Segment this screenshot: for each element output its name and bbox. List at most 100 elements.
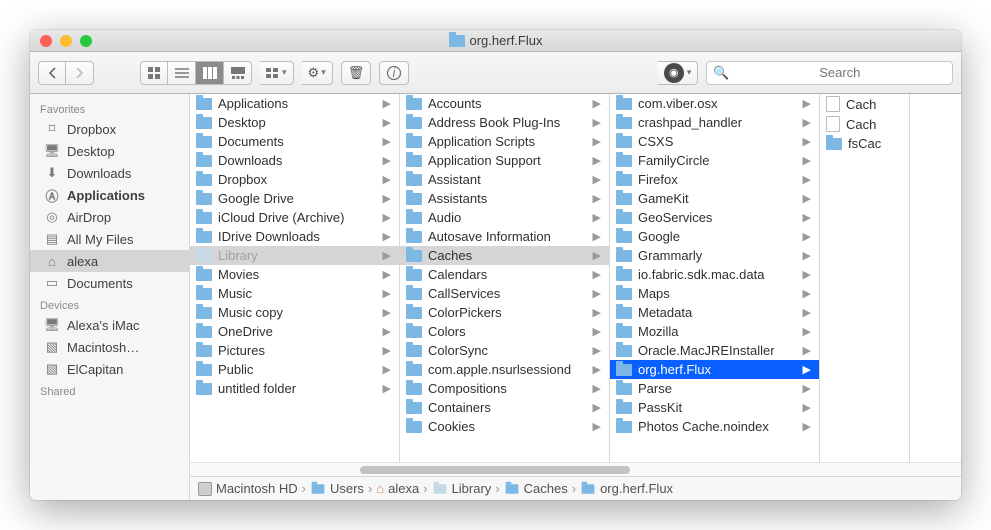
file-row[interactable]: Photos Cache.noindex▶ bbox=[610, 417, 819, 436]
sidebar-item[interactable]: ⒶApplications bbox=[30, 184, 189, 206]
file-row[interactable]: Grammarly▶ bbox=[610, 246, 819, 265]
file-row[interactable]: PassKit▶ bbox=[610, 398, 819, 417]
file-name: FamilyCircle bbox=[638, 153, 797, 168]
minimize-button[interactable] bbox=[60, 35, 72, 47]
path-segment[interactable]: Library bbox=[432, 481, 492, 496]
file-row[interactable]: Downloads▶ bbox=[190, 151, 399, 170]
file-row[interactable]: IDrive Downloads▶ bbox=[190, 227, 399, 246]
chevron-right-icon: ▶ bbox=[803, 97, 815, 110]
path-segment[interactable]: Macintosh HD bbox=[198, 481, 298, 496]
sidebar-item[interactable]: ⌂alexa bbox=[30, 250, 189, 272]
file-row[interactable]: io.fabric.sdk.mac.data▶ bbox=[610, 265, 819, 284]
file-row[interactable]: Cookies▶ bbox=[400, 417, 609, 436]
sidebar-item[interactable]: ▧ElCapitan bbox=[30, 358, 189, 380]
column: CachCachfsCac bbox=[820, 94, 910, 462]
zoom-button[interactable] bbox=[80, 35, 92, 47]
file-row[interactable]: Music copy▶ bbox=[190, 303, 399, 322]
file-row[interactable]: Oracle.MacJREInstaller▶ bbox=[610, 341, 819, 360]
file-row[interactable]: Movies▶ bbox=[190, 265, 399, 284]
file-row[interactable]: GeoServices▶ bbox=[610, 208, 819, 227]
trash-button[interactable]: 🗑 bbox=[341, 61, 372, 85]
file-row[interactable]: Metadata▶ bbox=[610, 303, 819, 322]
file-row[interactable]: FamilyCircle▶ bbox=[610, 151, 819, 170]
file-row[interactable]: Documents▶ bbox=[190, 132, 399, 151]
file-row[interactable]: fsCac bbox=[820, 134, 909, 153]
file-name: Compositions bbox=[428, 381, 587, 396]
horizontal-scrollbar[interactable] bbox=[190, 462, 961, 476]
file-name: Assistant bbox=[428, 172, 587, 187]
file-row[interactable]: iCloud Drive (Archive)▶ bbox=[190, 208, 399, 227]
file-row[interactable]: untitled folder▶ bbox=[190, 379, 399, 398]
sidebar-item[interactable]: ◎AirDrop bbox=[30, 206, 189, 228]
file-row[interactable]: Music▶ bbox=[190, 284, 399, 303]
file-row[interactable]: Dropbox▶ bbox=[190, 170, 399, 189]
info-button[interactable]: i bbox=[379, 61, 409, 85]
file-row[interactable]: GameKit▶ bbox=[610, 189, 819, 208]
file-row[interactable]: Firefox▶ bbox=[610, 170, 819, 189]
file-row[interactable]: Desktop▶ bbox=[190, 113, 399, 132]
file-row[interactable]: crashpad_handler▶ bbox=[610, 113, 819, 132]
gallery-view-button[interactable] bbox=[224, 61, 252, 85]
file-row[interactable]: Cach bbox=[820, 114, 909, 134]
file-row[interactable]: Caches▶ bbox=[400, 246, 609, 265]
sidebar-item[interactable]: 🖥Alexa's iMac bbox=[30, 314, 189, 336]
file-row[interactable]: Containers▶ bbox=[400, 398, 609, 417]
file-row[interactable]: CallServices▶ bbox=[400, 284, 609, 303]
search-field[interactable]: 🔍 bbox=[706, 61, 953, 85]
file-name: Movies bbox=[218, 267, 377, 282]
column-view-button[interactable] bbox=[196, 61, 224, 85]
file-row[interactable]: Google▶ bbox=[610, 227, 819, 246]
file-row[interactable]: Calendars▶ bbox=[400, 265, 609, 284]
file-row[interactable]: Applications▶ bbox=[190, 94, 399, 113]
path-segment[interactable]: Users bbox=[310, 481, 364, 496]
file-row[interactable]: Mozilla▶ bbox=[610, 322, 819, 341]
file-row[interactable]: Application Scripts▶ bbox=[400, 132, 609, 151]
file-row[interactable]: com.apple.nsurlsessiond▶ bbox=[400, 360, 609, 379]
sidebar-item[interactable]: ▧Macintosh… bbox=[30, 336, 189, 358]
quicklook-button[interactable]: ◉▾ bbox=[658, 61, 699, 85]
file-row[interactable]: Assistants▶ bbox=[400, 189, 609, 208]
sidebar-item[interactable]: 🖥Desktop bbox=[30, 140, 189, 162]
file-row[interactable]: Autosave Information▶ bbox=[400, 227, 609, 246]
column: Accounts▶Address Book Plug-Ins▶Applicati… bbox=[400, 94, 610, 462]
search-input[interactable] bbox=[734, 65, 946, 80]
path-label: org.herf.Flux bbox=[600, 481, 673, 496]
file-row[interactable]: Compositions▶ bbox=[400, 379, 609, 398]
icon-view-button[interactable] bbox=[140, 61, 168, 85]
path-segment[interactable]: org.herf.Flux bbox=[580, 481, 673, 496]
file-row[interactable]: Parse▶ bbox=[610, 379, 819, 398]
sidebar-item[interactable]: ⌑Dropbox bbox=[30, 118, 189, 140]
file-row[interactable]: Maps▶ bbox=[610, 284, 819, 303]
close-button[interactable] bbox=[40, 35, 52, 47]
file-row[interactable]: Pictures▶ bbox=[190, 341, 399, 360]
file-row[interactable]: OneDrive▶ bbox=[190, 322, 399, 341]
arrange-button[interactable]: ▾ bbox=[260, 61, 294, 85]
file-row[interactable]: ColorSync▶ bbox=[400, 341, 609, 360]
file-row[interactable]: Public▶ bbox=[190, 360, 399, 379]
chevron-right-icon: ▶ bbox=[803, 135, 815, 148]
list-view-button[interactable] bbox=[168, 61, 196, 85]
file-row[interactable]: Accounts▶ bbox=[400, 94, 609, 113]
path-segment[interactable]: ⌂alexa bbox=[376, 481, 419, 496]
file-row[interactable]: Audio▶ bbox=[400, 208, 609, 227]
file-row[interactable]: Address Book Plug-Ins▶ bbox=[400, 113, 609, 132]
file-row[interactable]: Cach bbox=[820, 94, 909, 114]
file-row[interactable]: Google Drive▶ bbox=[190, 189, 399, 208]
file-row[interactable]: com.viber.osx▶ bbox=[610, 94, 819, 113]
sidebar-item[interactable]: ▤All My Files bbox=[30, 228, 189, 250]
file-row[interactable]: ColorPickers▶ bbox=[400, 303, 609, 322]
file-row[interactable]: Colors▶ bbox=[400, 322, 609, 341]
sidebar-item[interactable]: ▭Documents bbox=[30, 272, 189, 294]
path-segment[interactable]: Caches bbox=[504, 481, 568, 496]
forward-button[interactable] bbox=[66, 61, 94, 85]
back-button[interactable] bbox=[38, 61, 66, 85]
file-name: PassKit bbox=[638, 400, 797, 415]
file-row[interactable]: Assistant▶ bbox=[400, 170, 609, 189]
scrollbar-thumb[interactable] bbox=[360, 466, 630, 474]
file-row[interactable]: org.herf.Flux▶ bbox=[610, 360, 819, 379]
file-row[interactable]: Application Support▶ bbox=[400, 151, 609, 170]
file-row[interactable]: Library▶ bbox=[190, 246, 399, 265]
file-row[interactable]: CSXS▶ bbox=[610, 132, 819, 151]
action-button[interactable]: ⚙▾ bbox=[302, 61, 333, 85]
sidebar-item[interactable]: ⬇Downloads bbox=[30, 162, 189, 184]
